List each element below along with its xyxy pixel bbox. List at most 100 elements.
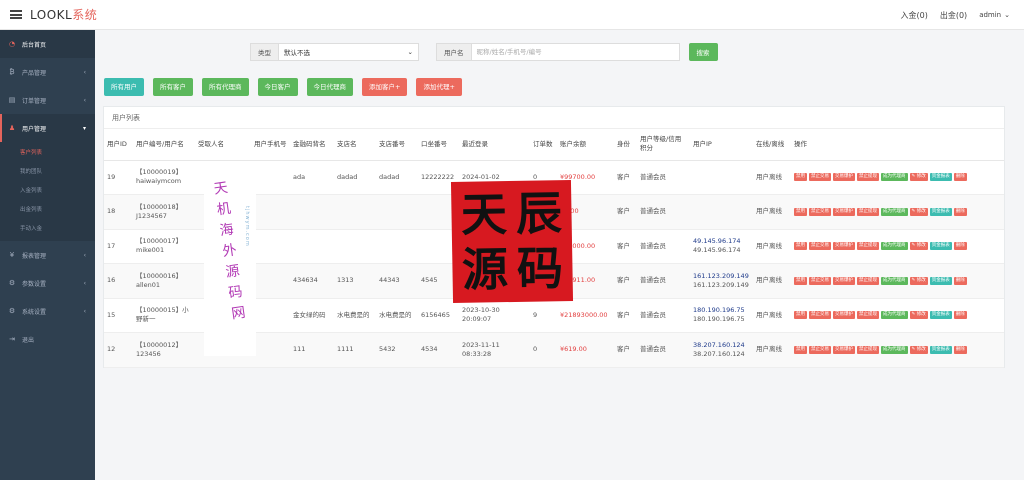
action-button-6[interactable]: 资金报表 [929, 311, 952, 320]
tab-button-5[interactable]: 添加客户+ [362, 78, 408, 96]
menu-toggle-icon[interactable] [10, 10, 22, 19]
tab-button-0[interactable]: 所有用户 [104, 78, 144, 96]
action-button-3[interactable]: 禁止提现 [857, 345, 879, 354]
action-button-4[interactable]: 成为代理商 [881, 276, 908, 285]
cell-id: 19 [104, 160, 133, 195]
type-select[interactable]: 默认不选 ⌄ [279, 43, 419, 61]
action-button-2[interactable]: 交易爆护 [833, 311, 855, 320]
cell-role: 客户 [614, 160, 637, 195]
action-button-3[interactable]: 禁止提现 [857, 276, 879, 285]
sidebar-item-2[interactable]: ▤ 订单管理 ‹ [0, 86, 95, 114]
admin-menu[interactable]: admin ⌄ [979, 11, 1010, 19]
search-button[interactable]: 搜索 [688, 43, 718, 61]
action-button-5[interactable]: ✎ 修改 [909, 276, 928, 285]
tab-button-6[interactable]: 添加代理+ [416, 78, 462, 96]
deposit-count-link[interactable]: 入金(0) [901, 10, 928, 21]
action-button-2[interactable]: 交易爆护 [833, 173, 855, 182]
action-buttons: 禁用 禁止交易 交易爆护 禁止提现 成为代理商 ✎ 修改 资金报表 删除 [794, 242, 1001, 251]
table-header-row: 用户ID 用户编号/用户名 受取人名 用户手机号 金融码背名 支店名 支店番号 口坐番号 最近登… [104, 129, 1004, 161]
action-button-2[interactable]: 交易爆护 [833, 345, 855, 354]
action-button-5[interactable]: ✎ 修改 [909, 242, 928, 251]
action-button-6[interactable]: 资金报表 [929, 207, 952, 216]
action-button-6[interactable]: 资金报表 [929, 276, 952, 285]
action-button-7[interactable]: 删除 [953, 276, 967, 285]
action-button-1[interactable]: 禁止交易 [809, 276, 831, 285]
sidebar-subitem-2[interactable]: 入金列表 [0, 182, 95, 201]
action-button-0[interactable]: 禁用 [794, 345, 807, 354]
panel-title: 用户列表 [104, 107, 1004, 129]
tab-button-3[interactable]: 今日客户 [257, 78, 298, 96]
action-button-7[interactable]: 删除 [953, 173, 967, 182]
action-button-6[interactable]: 资金报表 [929, 173, 952, 182]
action-button-2[interactable]: 交易爆护 [833, 242, 855, 251]
column-header: 口坐番号 [418, 129, 459, 161]
sidebar-item-4[interactable]: ¥ 报表管理 ‹ [0, 241, 95, 269]
action-button-1[interactable]: 禁止交易 [809, 173, 831, 182]
action-button-6[interactable]: 资金报表 [929, 242, 952, 251]
watermark-stamp-char: 源 [461, 242, 509, 298]
ip-address-secondary: 161.123.209.149 [693, 280, 749, 289]
action-button-5[interactable]: ✎ 修改 [909, 345, 928, 354]
tab-button-4[interactable]: 今日代理商 [306, 78, 353, 96]
tab-button-1[interactable]: 所有客户 [153, 78, 193, 96]
action-button-3[interactable]: 禁止提现 [857, 242, 879, 251]
action-button-0[interactable]: 禁用 [794, 242, 807, 251]
action-button-4[interactable]: 成为代理商 [881, 311, 908, 320]
action-button-4[interactable]: 成为代理商 [881, 173, 908, 182]
sidebar-subitem-0[interactable]: 客户列表 [0, 144, 95, 163]
action-button-4[interactable]: 成为代理商 [881, 242, 908, 251]
action-button-6[interactable]: 资金报表 [929, 345, 952, 354]
sidebar-item-3[interactable]: ♟ 用户管理 ▾ [0, 114, 95, 142]
sidebar-item-6[interactable]: ⚙ 系统设置 ‹ [0, 297, 95, 325]
action-button-3[interactable]: 禁止提现 [857, 311, 879, 320]
cell-ip: 180.190.196.75 180.190.196.75 [690, 298, 753, 333]
sidebar-subitem-4[interactable]: 手动入金 [0, 220, 95, 239]
action-button-7[interactable]: 删除 [953, 345, 967, 354]
action-button-7[interactable]: 删除 [953, 242, 967, 251]
withdraw-count-link[interactable]: 出金(0) [940, 10, 967, 21]
action-button-2[interactable]: 交易爆护 [833, 276, 855, 285]
action-button-5[interactable]: ✎ 修改 [909, 207, 928, 216]
filter-bar: 类型 默认不选 ⌄ 用户名 昵称/姓名/手机号/编号 搜索 [250, 43, 718, 61]
action-button-1[interactable]: 禁止交易 [809, 345, 831, 354]
watermark-vertical-text: 天机海外源码网 [210, 179, 248, 328]
sidebar-subitem-3[interactable]: 出金列表 [0, 201, 95, 220]
sidebar-item-1[interactable]: ₿ 产品管理 ‹ [0, 58, 95, 86]
action-button-7[interactable]: 删除 [953, 207, 967, 216]
cell-ip: 38.207.160.124 38.207.160.124 [690, 332, 753, 368]
action-button-0[interactable]: 禁用 [794, 173, 807, 182]
action-button-1[interactable]: 禁止交易 [809, 311, 831, 320]
cell-branch [334, 229, 376, 264]
action-button-4[interactable]: 成为代理商 [881, 207, 908, 216]
action-button-2[interactable]: 交易爆护 [833, 207, 855, 216]
cell-name: 【10000018】J1234567 [133, 194, 195, 230]
action-button-3[interactable]: 禁止提现 [857, 173, 879, 182]
action-button-0[interactable]: 禁用 [794, 276, 807, 285]
action-button-4[interactable]: 成为代理商 [881, 345, 908, 354]
tab-button-2[interactable]: 所有代理商 [202, 78, 249, 96]
action-button-1[interactable]: 禁止交易 [809, 207, 831, 216]
chevron-down-icon: ▾ [82, 125, 86, 132]
chevron-left-icon: ‹ [83, 308, 86, 315]
sidebar-item-5[interactable]: ⚙ 参数设置 ‹ [0, 269, 95, 297]
action-button-5[interactable]: ✎ 修改 [909, 311, 928, 320]
action-button-5[interactable]: ✎ 修改 [909, 173, 928, 182]
cell-name: 【10000012】123456 [133, 332, 195, 368]
username-search-input[interactable]: 昵称/姓名/手机号/编号 [471, 43, 680, 61]
action-button-0[interactable]: 禁用 [794, 207, 807, 216]
column-header: 账户余额 [557, 129, 614, 161]
cell-orders: 9 [530, 298, 557, 333]
cell-bank: 111 [290, 332, 334, 368]
action-button-1[interactable]: 禁止交易 [809, 242, 831, 251]
sidebar-item-7[interactable]: ⇥ 退出 [0, 325, 95, 353]
action-buttons: 禁用 禁止交易 交易爆护 禁止提现 成为代理商 ✎ 修改 资金报表 删除 [794, 173, 1001, 182]
user-filter-tabs: 所有用户 所有客户 所有代理商 今日客户 今日代理商 添加客户+ 添加代理+ [104, 78, 471, 96]
cell-branch_no [376, 229, 418, 264]
cell-acct: 4534 [418, 332, 459, 368]
action-button-7[interactable]: 删除 [953, 311, 967, 320]
action-button-0[interactable]: 禁用 [794, 311, 807, 320]
app-logo[interactable]: LOOKL系统 [30, 6, 97, 23]
sidebar-subitem-1[interactable]: 我的团队 [0, 163, 95, 182]
sidebar-item-0[interactable]: ◔ 后台首页 [0, 30, 95, 58]
action-button-3[interactable]: 禁止提现 [857, 207, 879, 216]
